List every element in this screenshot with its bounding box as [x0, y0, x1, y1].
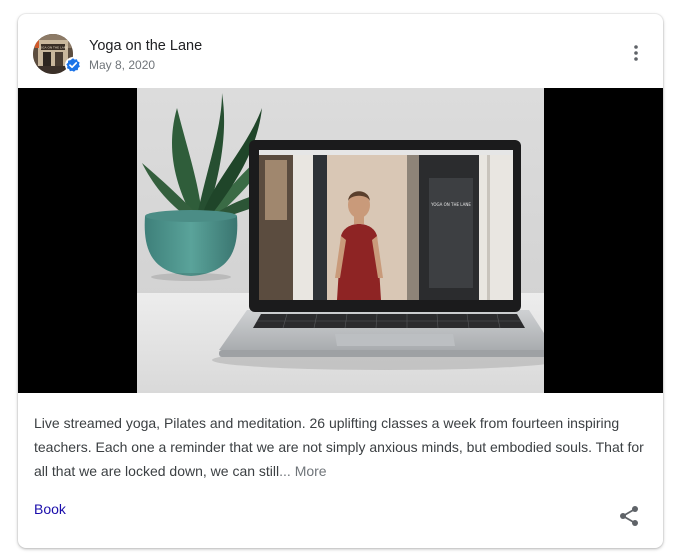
post-date: May 8, 2020 — [89, 58, 156, 72]
post-card: YOGA ON THE LANE Yoga on the Lane May 8,… — [18, 14, 663, 548]
book-button[interactable]: Book — [34, 501, 66, 517]
post-header: YOGA ON THE LANE Yoga on the Lane May 8,… — [18, 14, 663, 88]
screen-sign-text: YOGA ON THE LANE — [430, 202, 471, 207]
post-photo: YOGA ON THE LANE — [137, 88, 544, 393]
ellipsis: ... — [279, 463, 291, 479]
post-body: Live streamed yoga, Pilates and meditati… — [34, 411, 646, 483]
business-name[interactable]: Yoga on the Lane — [89, 38, 202, 54]
post-body-text: Live streamed yoga, Pilates and meditati… — [34, 415, 644, 479]
more-link[interactable]: More — [295, 463, 327, 479]
more-options-button[interactable] — [623, 40, 649, 66]
verified-check-icon — [65, 57, 81, 73]
more-vert-icon — [634, 45, 638, 61]
avatar-sign-text: YOGA ON THE LANE — [38, 46, 68, 50]
post-media[interactable]: YOGA ON THE LANE — [18, 88, 663, 393]
share-icon[interactable] — [617, 504, 641, 528]
